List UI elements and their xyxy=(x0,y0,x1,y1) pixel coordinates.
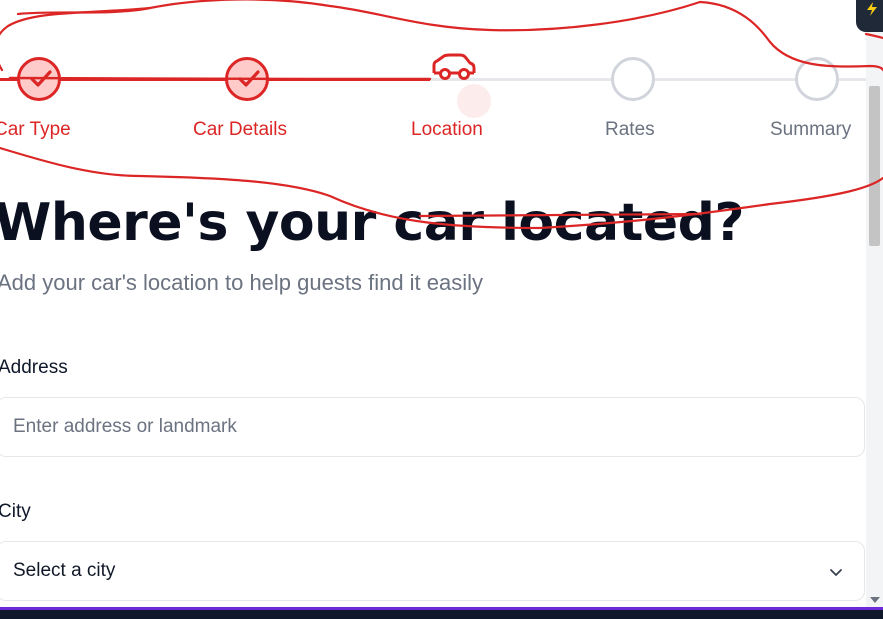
scrollbar-thumb[interactable] xyxy=(869,86,880,246)
bolt-icon xyxy=(867,2,877,16)
step-summary-indicator[interactable] xyxy=(795,57,839,101)
address-placeholder: Enter address or landmark xyxy=(13,416,237,437)
check-icon xyxy=(30,70,52,87)
progress-stepper: Car Type Car Details Location Rates Summ… xyxy=(0,0,866,160)
page-subtitle: Add your car's location to help guests f… xyxy=(0,270,484,295)
page-title: Where's your car located? xyxy=(0,193,745,253)
step-car-type-indicator[interactable] xyxy=(17,57,61,101)
city-select-value: Select a city xyxy=(13,560,116,581)
step-car-details-label[interactable]: Car Details xyxy=(193,118,287,142)
step-location-label[interactable]: Location xyxy=(411,118,483,142)
check-icon xyxy=(238,70,260,87)
step-rates-label[interactable]: Rates xyxy=(605,118,655,142)
stepper-track-progress xyxy=(0,78,430,81)
city-label: City xyxy=(0,501,31,522)
bottom-bar xyxy=(0,607,883,619)
scrollbar[interactable] xyxy=(866,0,883,607)
city-select[interactable]: Select a city xyxy=(0,541,865,601)
bottom-accent-line xyxy=(0,607,883,610)
step-car-type-label[interactable]: Car Type xyxy=(0,118,71,142)
chevron-down-icon xyxy=(830,569,842,576)
step-rates-indicator[interactable] xyxy=(611,57,655,101)
address-input[interactable]: Enter address or landmark xyxy=(0,397,865,457)
current-step-highlight xyxy=(457,84,491,118)
car-icon xyxy=(432,53,476,80)
step-car-details-indicator[interactable] xyxy=(225,57,269,101)
scroll-down-arrow[interactable] xyxy=(870,597,880,603)
address-label: Address xyxy=(0,357,68,378)
corner-widget[interactable] xyxy=(856,0,883,32)
step-summary-label[interactable]: Summary xyxy=(770,118,851,142)
